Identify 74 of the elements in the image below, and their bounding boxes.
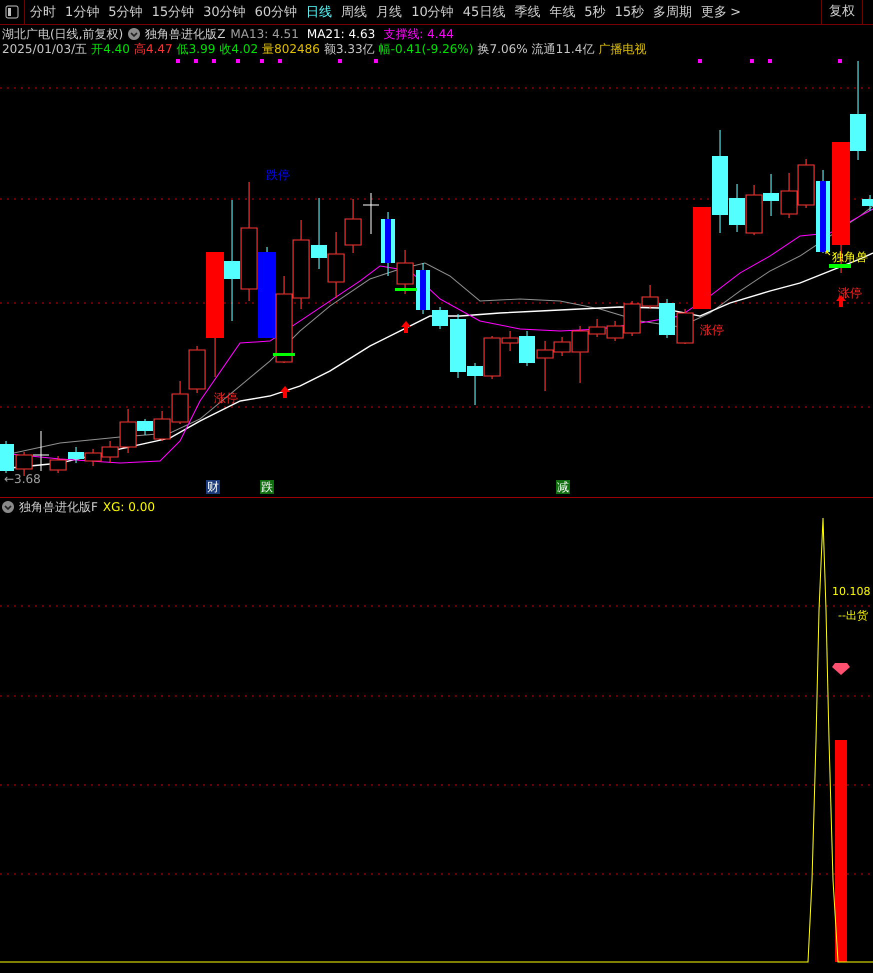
candlestick (763, 174, 779, 216)
period-tab[interactable]: 年线 (549, 6, 576, 18)
signal-bar (829, 264, 851, 268)
period-tab[interactable]: 多周期 (653, 6, 692, 18)
period-tab[interactable]: 5秒 (584, 6, 606, 18)
indicator-menu-icon[interactable] (128, 28, 140, 40)
period-tab[interactable]: 月线 (376, 6, 402, 18)
period-tab[interactable]: 分时 (30, 6, 56, 18)
quote-field: 收4.02 (219, 40, 258, 58)
more-caret: > (730, 4, 742, 20)
candlestick (84, 448, 102, 466)
pointer-arrow-icon (826, 250, 830, 256)
period-tab[interactable]: 15分钟 (152, 6, 194, 18)
candlestick (172, 380, 188, 424)
event-marker[interactable]: 跌 (260, 480, 274, 494)
period-tab[interactable]: 30分钟 (203, 6, 246, 18)
quote-field: 换7.06% (478, 40, 528, 58)
diamond-icon (832, 663, 850, 675)
indicator-name: 独角兽进化版Z (145, 26, 226, 42)
chart-label: ←3.68 (4, 473, 41, 485)
candlestick (432, 306, 448, 330)
signal-label: 10.108 (832, 586, 870, 597)
sub-indicator-value: XG: 0.00 (102, 498, 156, 516)
candlestick (0, 440, 14, 474)
stock-title: 湖北广电(日线,前复权) (2, 26, 124, 42)
candlestick (416, 262, 430, 314)
period-tab[interactable]: 10分钟 (411, 6, 454, 18)
candlestick (344, 198, 362, 254)
quote-field: 流通11.4亿 (532, 40, 594, 58)
event-marker[interactable]: 减 (556, 480, 570, 494)
period-tab[interactable]: 1分钟 (65, 6, 100, 18)
candlestick (311, 198, 327, 270)
quote-field: 2025/01/03/五 (2, 40, 88, 58)
chart-label: 涨停 (214, 392, 238, 404)
indicator-value: 支撑线: 4.44 (383, 26, 454, 42)
quote-field: 幅-0.41(-9.26%) (378, 40, 474, 58)
quote-field: 低3.99 (176, 40, 216, 58)
quote-field: 广播电视 (598, 40, 646, 58)
indicator-value: MA21: 4.63 (306, 26, 376, 42)
signal-bar (273, 353, 295, 356)
candlestick (362, 192, 380, 234)
period-tab[interactable]: 季线 (514, 6, 540, 18)
quote-field: 额3.33亿 (324, 40, 375, 58)
period-tab[interactable]: 60分钟 (254, 6, 298, 18)
restore-rights-button[interactable]: 复权 (821, 0, 863, 24)
up-arrow-icon (280, 386, 290, 398)
candlestick (746, 184, 762, 236)
indicator-value: MA13: 4.51 (230, 26, 299, 42)
signal-label: --出货 (838, 610, 868, 621)
candlestick (328, 232, 344, 298)
candlestick (780, 172, 798, 218)
event-marker[interactable]: 财 (206, 480, 220, 494)
chart-label: 跌停 (266, 169, 290, 181)
period-tab[interactable]: 周线 (341, 6, 368, 18)
period-tab[interactable]: 15秒 (614, 6, 644, 18)
signal-bar (395, 288, 417, 291)
candlestick (798, 158, 814, 208)
candlestick (68, 446, 84, 464)
sub-indicator-name: 独角兽进化版F (19, 498, 98, 516)
candlestick (381, 212, 395, 276)
chart-label: 涨停 (700, 324, 724, 336)
quote-field: 高4.47 (134, 40, 173, 58)
sidebar-toggle-icon[interactable] (5, 5, 19, 19)
chart-label: 涨停 (838, 287, 862, 299)
period-tab[interactable]: 5分钟 (108, 6, 143, 18)
sub-indicator-menu-icon[interactable] (2, 500, 14, 512)
quote-field: 开4.40 (91, 40, 130, 58)
period-tab[interactable]: 更多 > (701, 6, 742, 18)
period-tab[interactable]: 日线 (306, 6, 332, 18)
period-tab[interactable]: 45日线 (462, 6, 506, 18)
up-arrow-icon (401, 321, 411, 333)
candlestick (396, 250, 414, 294)
candlestick (862, 194, 873, 212)
quote-field: 量802486 (262, 40, 320, 58)
